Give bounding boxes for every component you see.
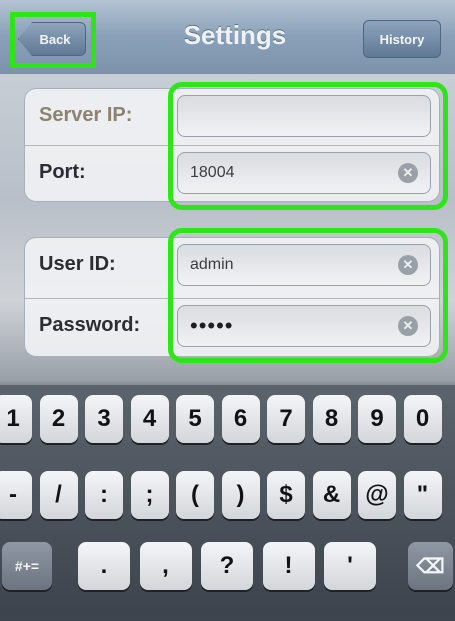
- key[interactable]: 2: [39, 395, 78, 443]
- key[interactable]: (: [176, 471, 214, 519]
- key[interactable]: ?: [201, 542, 253, 590]
- numeric-keyboard: 1234567890 - /:;() $ & @ " .,?! ' #+= ⌫: [0, 385, 455, 621]
- key[interactable]: 3: [85, 395, 123, 443]
- key[interactable]: ;: [130, 471, 169, 519]
- key[interactable]: 5: [176, 395, 214, 443]
- key[interactable]: @: [358, 471, 396, 519]
- key[interactable]: /: [39, 471, 78, 519]
- key[interactable]: ": [403, 471, 442, 519]
- symbols-key[interactable]: #+=: [2, 542, 52, 590]
- password-label: Password:: [39, 314, 141, 336]
- key[interactable]: :: [85, 471, 123, 519]
- server-ip-label: Server IP:: [39, 104, 133, 126]
- key[interactable]: 7: [267, 395, 305, 443]
- key[interactable]: .: [78, 542, 130, 590]
- user-id-label: User ID:: [39, 253, 116, 275]
- key[interactable]: $: [267, 471, 305, 519]
- highlight-box-back: [10, 12, 96, 68]
- key[interactable]: !: [262, 542, 315, 590]
- backspace-icon[interactable]: ⌫: [408, 542, 453, 590]
- key[interactable]: -: [0, 471, 32, 519]
- key[interactable]: 9: [358, 395, 396, 443]
- highlight-box-server: [168, 82, 448, 210]
- key[interactable]: 1: [0, 395, 32, 443]
- history-button[interactable]: History: [363, 20, 441, 58]
- key[interactable]: 8: [312, 395, 351, 443]
- page-title: Settings: [183, 20, 287, 50]
- key[interactable]: 6: [221, 395, 260, 443]
- key[interactable]: ): [221, 471, 260, 519]
- key[interactable]: 0: [403, 395, 442, 443]
- key[interactable]: &: [312, 471, 351, 519]
- key[interactable]: ,: [139, 542, 192, 590]
- key[interactable]: 4: [130, 395, 169, 443]
- highlight-box-credentials: [168, 228, 448, 363]
- port-label: Port:: [39, 161, 86, 183]
- key[interactable]: ': [324, 542, 376, 590]
- settings-screen: Back Settings History Server IP: Port: 1…: [0, 0, 455, 621]
